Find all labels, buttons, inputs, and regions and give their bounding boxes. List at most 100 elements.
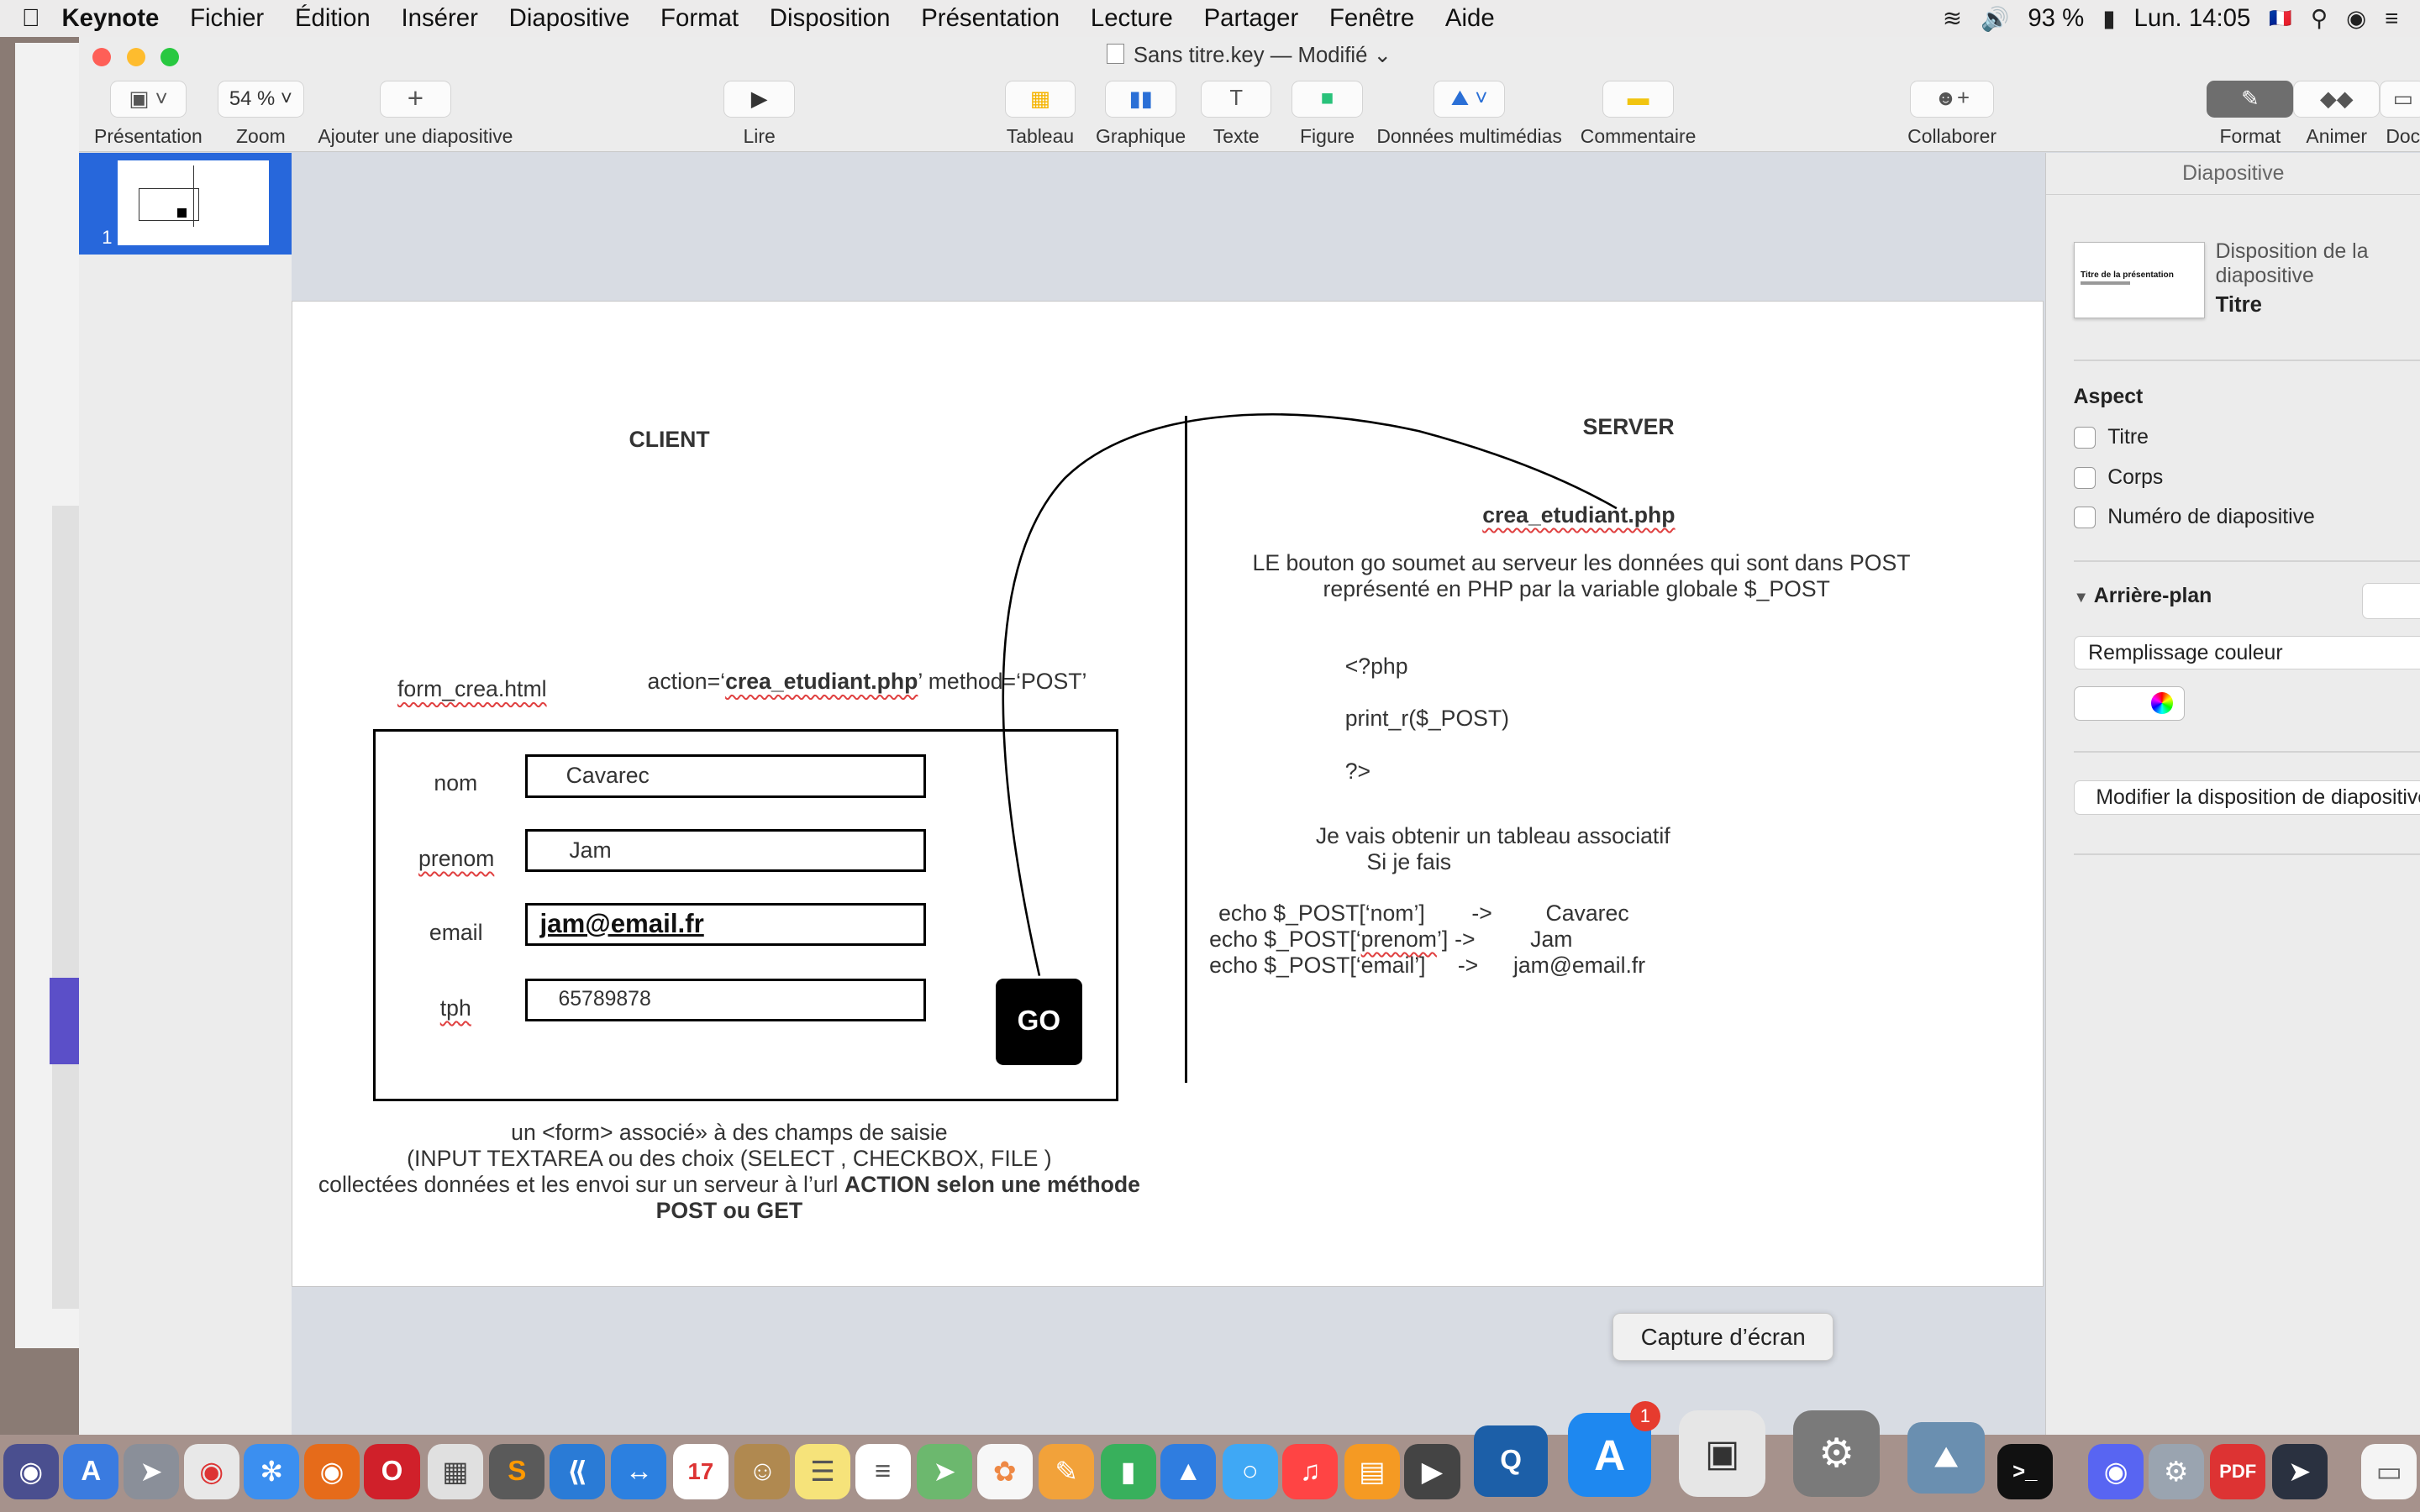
dev-app-icon[interactable]: ➤ (2271, 1444, 2328, 1500)
slide-thumbnail[interactable] (117, 160, 269, 246)
final-cut-icon[interactable]: ▶ (1404, 1444, 1460, 1500)
terminal-icon[interactable]: >_ (1996, 1444, 2053, 1500)
toolbar-table[interactable]: ▦ Tableau (1004, 80, 1076, 148)
pages-icon[interactable]: ✎ (1039, 1444, 1095, 1500)
photos-icon[interactable]: ✿ (976, 1444, 1033, 1500)
search-icon[interactable]: ⚲ (2311, 5, 2328, 32)
layout-name[interactable]: Titre (2216, 293, 2262, 318)
table-icon[interactable]: ▦ (1004, 80, 1076, 118)
chart-icon[interactable]: ▮▮ (1105, 80, 1176, 118)
document-icon-button[interactable]: ▭ (2380, 80, 2420, 118)
toolbar-animate[interactable]: ◆◆ Animer (2293, 80, 2381, 148)
modify-layout-button[interactable]: Modifier la disposition de diapositive (2073, 780, 2420, 815)
discord-icon[interactable]: ◉ (2088, 1444, 2144, 1500)
preferences-icon[interactable]: ⚙ (2148, 1444, 2204, 1500)
calendar-icon[interactable]: 17 (672, 1444, 729, 1500)
keynote-icon[interactable]: ▲ (1160, 1444, 1217, 1500)
toolbar-document[interactable]: ▭ Doc (2380, 80, 2420, 148)
pdf-app-icon[interactable]: PDF (2210, 1444, 2266, 1500)
field-prenom[interactable]: Jam (524, 828, 927, 873)
maps-icon[interactable]: ➤ (916, 1444, 973, 1500)
field-nom[interactable]: Cavarec (524, 754, 927, 798)
menu-fichier[interactable]: Fichier (190, 4, 264, 33)
screenshot-icon[interactable]: ▣ (1679, 1410, 1766, 1497)
layout-thumbnail[interactable]: Titre de la présentation (2073, 242, 2205, 318)
menu-format[interactable]: Format (660, 4, 739, 33)
menu-fenetre[interactable]: Fenêtre (1329, 4, 1414, 33)
downloads-folder-icon[interactable]: ▭ (2361, 1444, 2417, 1500)
menu-disposition[interactable]: Disposition (770, 4, 891, 33)
safari-icon[interactable]: ✻ (244, 1444, 300, 1500)
comment-icon[interactable]: ▬ (1602, 80, 1674, 118)
toolbar-chart[interactable]: ▮▮ Graphique (1096, 80, 1186, 148)
clock[interactable]: Lun. 14:05 (2134, 4, 2251, 33)
volume-icon[interactable]: 🔊 (1981, 5, 2009, 33)
slide[interactable]: CLIENT SERVER form_crea.html action=‘cre… (292, 301, 2044, 1287)
preview-icon[interactable]: ⛰ (1907, 1422, 1985, 1494)
play-icon[interactable]: ▶ (723, 80, 795, 118)
toolbar-comment[interactable]: ▬ Commentaire (1581, 80, 1696, 148)
notes-icon[interactable]: ☰ (794, 1444, 850, 1500)
books-icon[interactable]: ▤ (1344, 1444, 1400, 1500)
siri-dock-icon[interactable]: ◉ (3, 1444, 59, 1500)
toolbar-media[interactable]: ⛰ ˅ Données multimédias (1376, 80, 1562, 148)
messages-icon[interactable]: ○ (1222, 1444, 1278, 1500)
checkbox-slide-number[interactable] (2073, 507, 2096, 529)
menu-edition[interactable]: Édition (295, 4, 371, 33)
toolbar-play[interactable]: ▶ Lire (723, 80, 795, 148)
firefox-icon[interactable]: ◉ (303, 1444, 360, 1500)
plus-icon[interactable]: + (380, 80, 451, 118)
slide-thumbnail-selected[interactable]: 1 (78, 152, 292, 255)
numbers-icon[interactable]: ▮ (1100, 1444, 1156, 1500)
battery-icon[interactable]: ▮ (2102, 5, 2115, 32)
go-button[interactable]: GO (995, 978, 1082, 1065)
checkbox-body[interactable] (2073, 466, 2096, 489)
checkbox-title[interactable] (2073, 426, 2096, 449)
music-icon[interactable]: ♫ (1282, 1444, 1339, 1500)
menu-partager[interactable]: Partager (1204, 4, 1299, 33)
menu-presentation[interactable]: Présentation (921, 4, 1060, 33)
app-store-icon[interactable]: A1 (1568, 1400, 1661, 1497)
apple-menu-icon[interactable]:  (0, 4, 61, 33)
background-color-swatch[interactable] (2362, 583, 2420, 619)
toolbar-add-slide[interactable]: + Ajouter une diapositive (318, 80, 513, 148)
menu-app-name[interactable]: Keynote (61, 4, 159, 33)
media-icon[interactable]: ⛰ ˅ (1434, 80, 1505, 118)
collaborate-icon[interactable]: ☻+ (1910, 80, 1994, 118)
background-section[interactable]: ▼ Arrière-plan (2074, 585, 2212, 608)
toolbar-format[interactable]: ✎ Format (2207, 80, 2294, 148)
wifi-icon[interactable]: ≋ (1943, 5, 1962, 32)
launchpad-icon[interactable]: ➤ (123, 1444, 180, 1500)
inspector-tab-diapositive[interactable]: Diapositive (2045, 153, 2420, 196)
teamviewer-icon[interactable]: ↔ (611, 1444, 667, 1500)
toolbar-collaborate[interactable]: ☻+ Collaborer (1907, 80, 1996, 148)
color-well[interactable] (2073, 686, 2185, 721)
menu-inserer[interactable]: Insérer (401, 4, 477, 33)
vscode-icon[interactable]: ⟪ (549, 1444, 605, 1500)
checkbox-number-row[interactable]: Numéro de diapositive (2073, 506, 2315, 529)
grid-app-icon[interactable]: ▦ (427, 1444, 483, 1500)
animate-icon[interactable]: ◆◆ (2293, 80, 2381, 118)
fill-type-select[interactable]: Remplissage couleur (2073, 635, 2420, 670)
zoom-select[interactable]: 54 % ˅ (217, 80, 304, 118)
reminders-icon[interactable]: ≡ (855, 1444, 911, 1500)
color-wheel-icon[interactable] (2151, 691, 2174, 714)
flag-icon[interactable]: 🇫🇷 (2269, 8, 2291, 29)
quicktime-icon[interactable]: Q (1474, 1425, 1549, 1497)
checkbox-body-row[interactable]: Corps (2073, 466, 2163, 490)
siri-icon[interactable]: ◉ (2346, 5, 2366, 32)
field-email[interactable]: jam@email.fr (524, 902, 927, 947)
shape-icon[interactable]: ■ (1292, 80, 1363, 118)
menu-lecture[interactable]: Lecture (1091, 4, 1173, 33)
menu-diapositive[interactable]: Diapositive (509, 4, 630, 33)
control-center-icon[interactable]: ≡ (2385, 5, 2398, 32)
menu-aide[interactable]: Aide (1445, 4, 1495, 33)
toolbar-presentation[interactable]: ▣ ˅ Présentation (94, 80, 203, 148)
xcode-instruments-icon[interactable]: A (63, 1444, 119, 1500)
chrome-icon[interactable]: ◉ (183, 1444, 239, 1500)
contacts-icon[interactable]: ☺ (734, 1444, 791, 1500)
toolbar-shape[interactable]: ■ Figure (1292, 80, 1363, 148)
sidebar-view-icon[interactable]: ▣ ˅ (109, 80, 187, 118)
checkbox-title-row[interactable]: Titre (2073, 426, 2149, 449)
document-title[interactable]: Sans titre.key — Modifié ⌄ (79, 43, 2420, 68)
